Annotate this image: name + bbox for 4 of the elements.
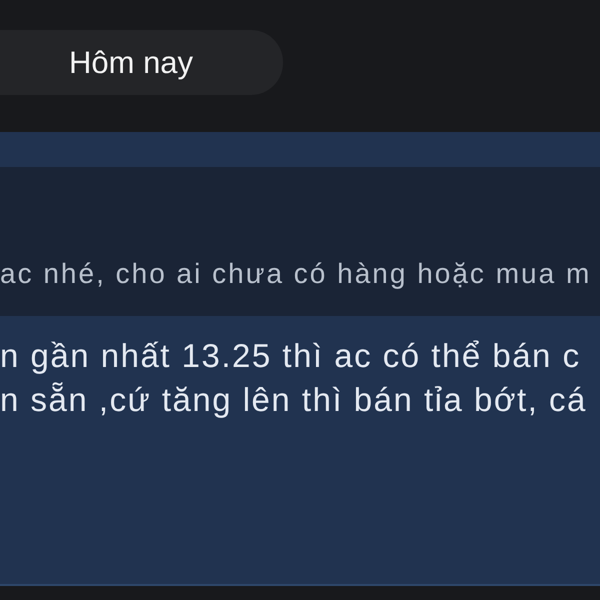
message-text-line: n gần nhất 13.25 thì ac có thể bán c bbox=[0, 336, 581, 376]
message-text-line: n sẵn ,cứ tăng lên thì bán tỉa bớt, cá bbox=[0, 380, 587, 420]
quoted-text: ac nhé, cho ai chưa có hàng hoặc mua m bbox=[0, 257, 592, 291]
date-chip: Hôm nay bbox=[0, 30, 283, 95]
